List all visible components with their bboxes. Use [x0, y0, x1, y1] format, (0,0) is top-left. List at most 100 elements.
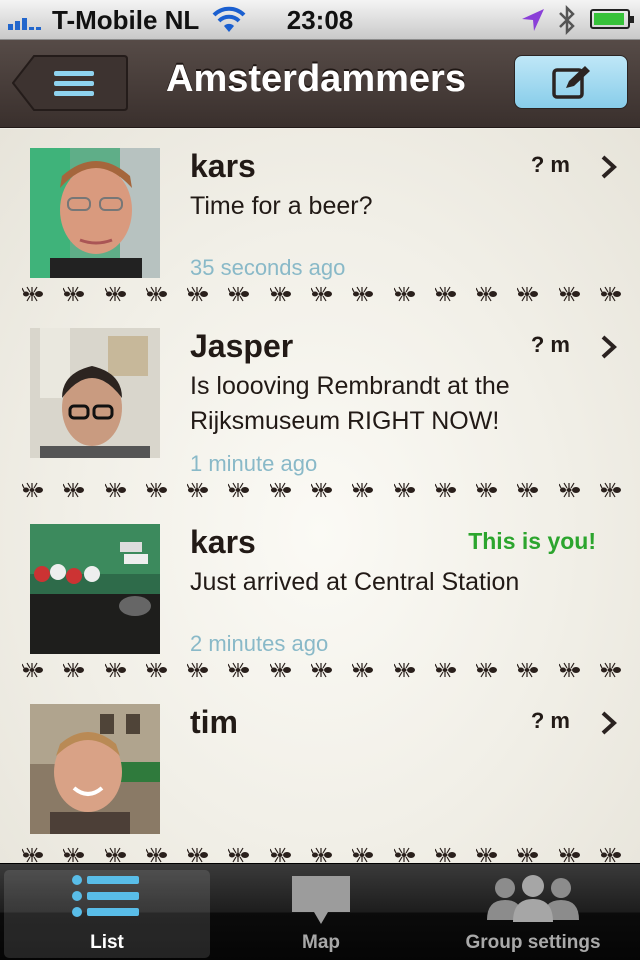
ant-icon	[476, 286, 498, 302]
ant-icon	[476, 482, 498, 498]
ant-icon	[476, 847, 498, 863]
tab-label: Group settings	[465, 932, 601, 953]
bluetooth-icon	[556, 4, 578, 43]
ant-icon	[22, 286, 43, 302]
ant-icon	[599, 847, 621, 863]
message-text: Time for a beer?	[190, 192, 373, 220]
status-bar: T-Mobile NL 23:08	[0, 0, 640, 40]
ant-divider	[22, 847, 622, 863]
chevron-right-icon[interactable]	[600, 710, 618, 741]
ant-icon	[269, 847, 291, 863]
ant-icon	[434, 662, 456, 678]
chevron-right-icon[interactable]	[600, 154, 618, 185]
timestamp: 35 seconds ago	[190, 255, 346, 280]
ant-icon	[269, 662, 291, 678]
compose-icon	[552, 66, 590, 99]
ant-icon	[187, 286, 209, 302]
ant-icon	[434, 482, 456, 498]
ant-icon	[104, 482, 126, 498]
list-item[interactable]: kars This is you! Just arrived at Centra…	[0, 524, 640, 694]
list-item[interactable]: tim ? m	[0, 704, 640, 863]
ant-icon	[22, 482, 43, 498]
avatar	[30, 704, 160, 834]
ant-icon	[393, 847, 415, 863]
ant-icon	[434, 847, 456, 863]
ant-icon	[599, 662, 621, 678]
ant-icon	[269, 286, 291, 302]
ant-icon	[145, 662, 167, 678]
distance-label: ? m	[530, 152, 570, 177]
author-name: tim	[190, 704, 238, 740]
list-item[interactable]: kars ? m Time for a beer? 35 seconds ago	[0, 148, 640, 308]
ant-icon	[145, 286, 167, 302]
map-icon	[292, 876, 350, 924]
author-name: Jasper	[190, 328, 294, 364]
ant-icon	[352, 662, 374, 678]
navigation-bar: Amsterdammers	[0, 40, 640, 128]
distance-label: ? m	[530, 332, 570, 357]
avatar	[30, 524, 160, 654]
ant-icon	[269, 482, 291, 498]
distance-label: ? m	[530, 708, 570, 733]
ant-icon	[228, 662, 250, 678]
ant-icon	[22, 662, 43, 678]
compose-button[interactable]	[514, 55, 628, 109]
timestamp: 1 minute ago	[190, 451, 318, 476]
ant-icon	[63, 847, 85, 863]
tab-label: Map	[302, 932, 340, 953]
ant-icon	[517, 286, 539, 302]
ant-divider	[22, 662, 622, 686]
ant-icon	[352, 286, 374, 302]
ant-icon	[145, 482, 167, 498]
message-list[interactable]: kars ? m Time for a beer? 35 seconds ago…	[0, 129, 640, 863]
ant-icon	[228, 286, 250, 302]
ant-icon	[104, 662, 126, 678]
page-title: Amsterdammers	[166, 58, 466, 100]
ant-icon	[310, 662, 332, 678]
ant-icon	[228, 847, 250, 863]
battery-icon	[590, 9, 634, 29]
ant-icon	[434, 286, 456, 302]
message-text: Just arrived at Central Station	[190, 568, 520, 596]
ant-icon	[599, 286, 621, 302]
ant-icon	[22, 847, 43, 863]
author-name: kars	[190, 148, 256, 184]
ant-icon	[310, 482, 332, 498]
ant-icon	[393, 662, 415, 678]
list-item[interactable]: Jasper ? m Is loooving Rembrandt at the …	[0, 328, 640, 508]
ant-icon	[310, 847, 332, 863]
ant-icon	[63, 286, 85, 302]
avatar	[30, 328, 160, 458]
ant-icon	[517, 847, 539, 863]
ant-icon	[63, 482, 85, 498]
menu-back-button[interactable]	[12, 55, 128, 111]
ant-icon	[187, 482, 209, 498]
you-badge: This is you!	[468, 528, 596, 554]
tab-label: List	[90, 932, 124, 953]
ant-icon	[558, 662, 580, 678]
ant-divider	[22, 482, 622, 506]
ant-icon	[187, 662, 209, 678]
ant-icon	[145, 847, 167, 863]
ant-icon	[310, 286, 332, 302]
avatar	[30, 148, 160, 278]
tab-group-settings[interactable]: Group settings	[430, 870, 636, 958]
ant-icon	[393, 286, 415, 302]
ant-icon	[517, 482, 539, 498]
ant-icon	[476, 662, 498, 678]
list-icon	[72, 875, 139, 917]
ant-icon	[228, 482, 250, 498]
tab-map[interactable]: Map	[218, 870, 424, 958]
chevron-right-icon[interactable]	[600, 334, 618, 365]
ant-icon	[104, 847, 126, 863]
tab-list[interactable]: List	[4, 870, 210, 958]
ant-icon	[393, 482, 415, 498]
ant-icon	[352, 847, 374, 863]
ant-icon	[558, 847, 580, 863]
ant-icon	[558, 482, 580, 498]
ant-icon	[517, 662, 539, 678]
message-text: Is loooving Rembrandt at the Rijksmuseum…	[190, 372, 510, 435]
ant-icon	[599, 482, 621, 498]
location-arrow-icon	[520, 7, 546, 40]
ant-icon	[352, 482, 374, 498]
